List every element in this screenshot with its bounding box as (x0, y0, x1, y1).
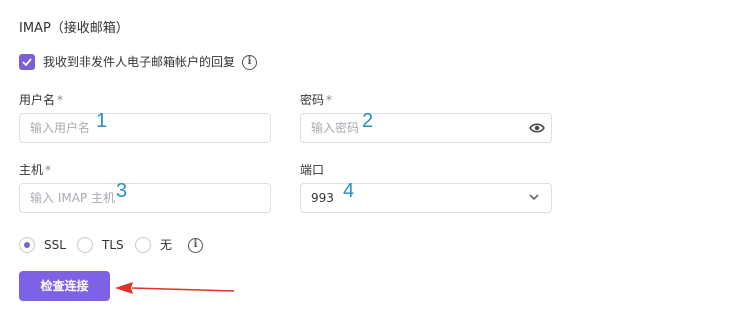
info-icon[interactable]: i (188, 238, 203, 253)
reply-checkbox-label: 我收到非发件人电子邮箱帐户的回复 (43, 55, 236, 69)
info-icon[interactable]: i (242, 55, 257, 70)
radio-none-label: 无 (160, 238, 173, 252)
annotation-number: 2 (362, 110, 374, 132)
check-connection-button[interactable]: 检查连接 (19, 271, 110, 301)
check-icon (22, 58, 32, 66)
username-input[interactable]: 输入用户名 (19, 113, 271, 143)
password-label: 密码 * (300, 93, 333, 107)
annotation-number: 3 (116, 180, 128, 202)
chevron-down-icon (529, 194, 539, 201)
password-input[interactable]: 输入密码 (300, 113, 552, 143)
radio-tls[interactable] (77, 237, 93, 253)
radio-none[interactable] (135, 237, 151, 253)
host-input[interactable]: 输入 IMAP 主机 (19, 183, 271, 213)
port-select[interactable]: 993 (300, 183, 552, 213)
eye-icon[interactable] (529, 122, 545, 134)
annotation-number: 1 (96, 110, 108, 132)
section-title: IMAP（接收邮箱） (19, 21, 129, 36)
radio-ssl-label: SSL (44, 238, 66, 252)
annotation-number: 4 (343, 180, 355, 202)
host-label: 主机 * (19, 163, 52, 177)
port-label: 端口 (300, 163, 325, 177)
radio-ssl[interactable] (19, 237, 35, 253)
reply-checkbox[interactable] (19, 54, 35, 70)
username-label: 用户名 * (19, 93, 64, 107)
red-arrow-annotation (115, 282, 235, 294)
radio-tls-label: TLS (102, 238, 124, 252)
